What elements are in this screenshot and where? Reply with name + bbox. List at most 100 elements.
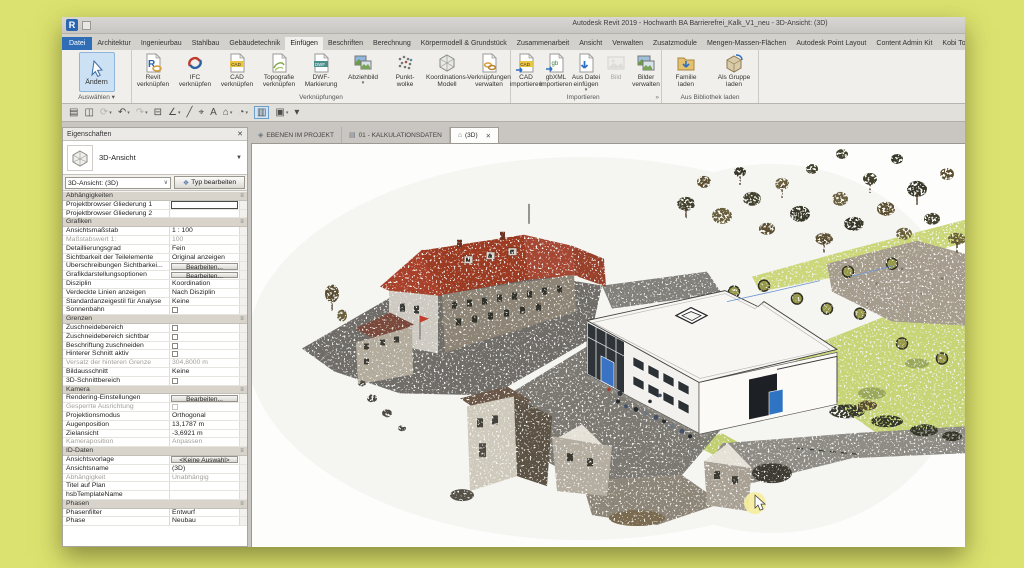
property-value[interactable]: Koordination: [169, 280, 239, 288]
ribbon-tab-verwalten[interactable]: Verwalten: [607, 37, 648, 50]
property-value[interactable]: [169, 201, 239, 209]
property-value[interactable]: Bearbeiten...: [169, 394, 239, 402]
dropdown-arrow-icon[interactable]: ▾: [178, 110, 181, 116]
ribbon-tab-content-admin-kit[interactable]: Content Admin Kit: [871, 37, 937, 50]
aus-datei-einfuegen-button[interactable]: Aus Dateieinfügen▾: [571, 51, 601, 93]
property-value[interactable]: Keine: [169, 298, 239, 306]
save-icon[interactable]: ◫: [84, 107, 93, 118]
print-icon[interactable]: ⊟: [154, 107, 162, 118]
cad-verknuepfen-button[interactable]: CADCADverknüpfen: [216, 51, 258, 93]
dropdown-arrow-icon[interactable]: ▾: [585, 88, 588, 92]
property-value[interactable]: Nach Disziplin: [169, 289, 239, 297]
tab-kalkulationsdaten[interactable]: ▤01 - KALKULATIONSDATEN: [342, 127, 450, 143]
ribbon-tab-zusatzmodule[interactable]: Zusatzmodule: [648, 37, 702, 50]
text-icon[interactable]: A: [210, 107, 217, 118]
close-icon[interactable]: ✕: [237, 128, 243, 141]
familie-laden-button[interactable]: Familieladen: [662, 51, 710, 93]
thin-lines-icon[interactable]: ▥: [254, 106, 269, 119]
dropdown-arrow-icon[interactable]: ▾: [145, 110, 148, 116]
titlebar-secondary-icon[interactable]: [82, 21, 91, 30]
property-value[interactable]: [169, 324, 239, 332]
checkbox[interactable]: [172, 351, 178, 357]
dropdown-arrow-icon[interactable]: ▾: [127, 110, 130, 116]
property-value[interactable]: Keine: [169, 368, 239, 376]
3d-viewport[interactable]: [252, 144, 965, 547]
property-section-header[interactable]: Kamera≡: [63, 386, 247, 395]
chevron-down-icon[interactable]: ▼: [236, 155, 242, 161]
ribbon-tab-beschriften[interactable]: Beschriften: [323, 37, 368, 50]
switch-windows-icon[interactable]: ▣▾: [275, 107, 288, 118]
open-icon[interactable]: ▤: [69, 107, 78, 118]
type-selector[interactable]: 3D-Ansicht ▼: [63, 141, 247, 175]
ribbon-tab-ansicht[interactable]: Ansicht: [574, 37, 607, 50]
customize-qat-icon[interactable]: ▾: [294, 107, 299, 118]
property-value[interactable]: Neubau: [169, 517, 239, 525]
section-collapse-icon[interactable]: ≡: [237, 315, 247, 323]
als-gruppe-laden-button[interactable]: Als Gruppeladen: [710, 51, 758, 93]
property-value[interactable]: [169, 491, 239, 499]
property-section-header[interactable]: ID-Daten≡: [63, 447, 247, 456]
property-value[interactable]: -3,6921 m: [169, 430, 239, 438]
koordinations-modell-button[interactable]: Koordinations-Modell: [426, 51, 468, 93]
modify-button[interactable]: Ändern: [79, 52, 115, 92]
dropdown-arrow-icon[interactable]: ▾: [286, 110, 289, 116]
dropdown-arrow-icon[interactable]: ▾: [245, 110, 248, 116]
instance-selector[interactable]: 3D-Ansicht: (3D) ∨: [65, 177, 171, 189]
panel-label-auswaehlen[interactable]: Auswählen ▾: [62, 93, 131, 103]
ribbon-tab-zusammenarbeit[interactable]: Zusammenarbeit: [512, 37, 575, 50]
property-value[interactable]: Anpassen: [169, 438, 239, 446]
edit-type-button[interactable]: ❖ Typ bearbeiten: [174, 176, 245, 189]
ribbon-tab-datei[interactable]: Datei: [62, 37, 92, 50]
property-value[interactable]: 1 : 100: [169, 227, 239, 235]
property-value[interactable]: [169, 306, 239, 314]
edit-button[interactable]: Bearbeiten...: [171, 395, 238, 402]
ribbon-tab-körpermodell-grundstück[interactable]: Körpermodell & Grundstück: [416, 37, 512, 50]
property-value[interactable]: [169, 482, 239, 490]
property-value[interactable]: [169, 210, 239, 218]
dropdown-arrow-icon[interactable]: ▾: [362, 81, 365, 85]
ribbon-tab-mengen-massen-flächen[interactable]: Mengen-Massen-Flächen: [702, 37, 791, 50]
property-value[interactable]: Bearbeiten...: [169, 271, 239, 279]
ribbon-tab-stahlbau[interactable]: Stahlbau: [187, 37, 225, 50]
section-collapse-icon[interactable]: ≡: [237, 447, 247, 455]
property-value[interactable]: [169, 377, 239, 385]
property-value[interactable]: [169, 333, 239, 341]
property-value[interactable]: [169, 350, 239, 358]
edit-button[interactable]: Bearbeiten...: [171, 272, 238, 279]
verknuepfungen-verwalten-button[interactable]: Verknüpfungenverwalten: [468, 51, 510, 93]
property-value[interactable]: 100: [169, 236, 239, 244]
revit-logo-icon[interactable]: R: [66, 19, 78, 31]
property-section-header[interactable]: Grafiken≡: [63, 218, 247, 227]
checkbox[interactable]: [172, 325, 178, 331]
checkbox[interactable]: [172, 334, 178, 340]
ribbon-tab-kobi-toolkit[interactable]: Kobi Toolkit: [937, 37, 965, 50]
sync-icon[interactable]: ⟳▾: [100, 107, 112, 118]
property-section-header[interactable]: Grenzen≡: [63, 315, 247, 324]
ribbon-tab-berechnung[interactable]: Berechnung: [368, 37, 416, 50]
property-value[interactable]: Unabhängig: [169, 474, 239, 482]
focused-text-input[interactable]: [171, 201, 238, 209]
property-value[interactable]: Fein: [169, 245, 239, 253]
redo-icon[interactable]: ↷▾: [136, 107, 148, 118]
property-value[interactable]: [169, 403, 239, 411]
ribbon-tab-einfügen[interactable]: Einfügen: [285, 37, 323, 50]
abziehbild-button[interactable]: Abziehbild▾: [342, 51, 384, 93]
dropdown-arrow-icon[interactable]: ▾: [109, 110, 112, 116]
property-value[interactable]: <Keine Auswahl>: [169, 456, 239, 464]
default-3d-view-icon[interactable]: ⌂▾: [223, 107, 233, 118]
tag-by-category-icon[interactable]: ⌖: [199, 107, 205, 118]
close-icon[interactable]: ✕: [486, 132, 491, 140]
property-value[interactable]: Original anzeigen: [169, 254, 239, 262]
edit-button[interactable]: <Keine Auswahl>: [171, 456, 238, 463]
property-value[interactable]: Bearbeiten...: [169, 262, 239, 270]
dialog-launcher-icon[interactable]: »: [655, 93, 659, 103]
edit-button[interactable]: Bearbeiten...: [171, 263, 238, 270]
revit-verknuepfen-button[interactable]: RRevitverknüpfen: [132, 51, 174, 93]
tab-ebenen-im-projekt[interactable]: ◈EBENEN IM PROJEKT: [251, 127, 342, 143]
dwf-markierung-button[interactable]: DWFDWF-Markierung: [300, 51, 342, 93]
punktwolke-button[interactable]: Punkt-wolke: [384, 51, 426, 93]
ribbon-tab-autodesk-point-layout[interactable]: Autodesk Point Layout: [791, 37, 871, 50]
property-section-header[interactable]: Abhängigkeiten≡: [63, 192, 247, 201]
undo-icon[interactable]: ↶▾: [118, 107, 130, 118]
checkbox[interactable]: [172, 378, 178, 384]
